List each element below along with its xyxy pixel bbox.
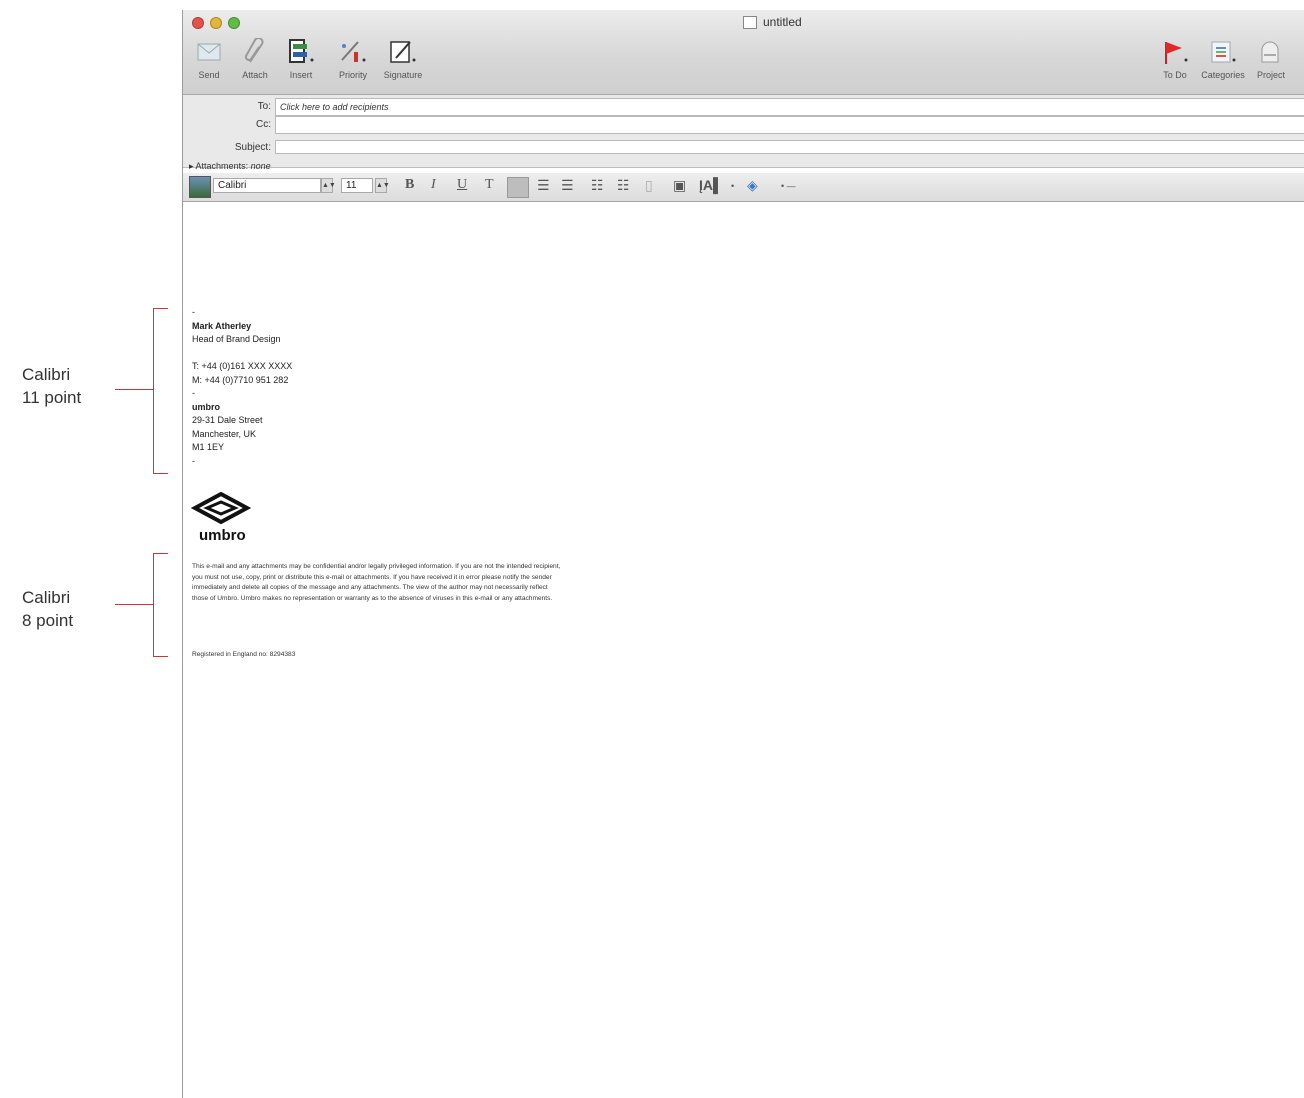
paperclip-icon xyxy=(239,36,271,68)
disclosure-triangle-icon[interactable]: ▸ xyxy=(189,161,194,171)
to-field[interactable]: Click here to add recipients xyxy=(275,98,1304,116)
align-left-icon[interactable] xyxy=(507,177,529,198)
horizontal-line-icon[interactable]: • — xyxy=(781,181,796,191)
size-select[interactable]: 11 xyxy=(341,178,373,193)
size-select-arrow-icon[interactable]: ▲▼ xyxy=(375,178,390,193)
priority-label: Priority xyxy=(338,70,367,80)
zoom-button[interactable] xyxy=(228,17,240,29)
size-value: 11 xyxy=(346,180,357,191)
annotation-bracket xyxy=(153,308,168,474)
signature-role: Head of Brand Design xyxy=(192,334,281,344)
annotation-8pt: Calibri 8 point xyxy=(22,586,73,632)
annotation-size: 11 point xyxy=(22,388,82,407)
umbro-logo-icon xyxy=(191,492,251,525)
message-headers: To: Click here to add recipients Cc: Sub… xyxy=(183,95,1304,168)
signature-phone: T: +44 (0)161 XXX XXXX xyxy=(192,361,293,371)
background-image-icon[interactable] xyxy=(189,176,211,198)
attachments-label: Attachments: xyxy=(195,161,249,171)
separator: - xyxy=(192,455,195,466)
text-color-icon[interactable]: ĮA▌ xyxy=(699,177,723,193)
signature-mobile: M: +44 (0)7710 951 282 xyxy=(192,374,289,385)
projects-button[interactable]: Project xyxy=(1249,36,1293,80)
to-label: To: xyxy=(257,101,271,112)
projects-icon xyxy=(1255,36,1287,68)
attach-label: Attach xyxy=(242,70,268,80)
window-title-text: untitled xyxy=(763,15,802,29)
annotation-tick xyxy=(115,604,153,605)
signature-address-line: 29-31 Dale Street xyxy=(192,415,263,425)
annotation-size: 8 point xyxy=(22,611,74,630)
to-placeholder: Click here to add recipients xyxy=(280,102,389,112)
separator: - xyxy=(192,307,195,317)
italic-button[interactable]: I xyxy=(431,177,436,193)
signature-company: umbro xyxy=(192,401,220,412)
formatting-toolbar: Calibri ▲▼ 11 ▲▼ B I U T ☰ ☰ ☷ ☷ ▯ ▣ ĮA▌… xyxy=(183,173,1304,202)
decrease-indent-icon[interactable]: ▯ xyxy=(645,177,653,194)
separator: - xyxy=(192,388,195,398)
registration-text: Registered in England no: 8294383 xyxy=(192,651,296,658)
underline-button[interactable]: U xyxy=(457,177,467,193)
disclaimer-text: This e-mail and any attachments may be c… xyxy=(192,563,561,602)
signature-block: - Mark Atherley Head of Brand Design T: … xyxy=(192,306,292,468)
annotation-bracket xyxy=(153,553,168,657)
font-value: Calibri xyxy=(218,180,247,191)
bold-button[interactable]: B xyxy=(405,177,414,193)
categories-button[interactable]: Categories xyxy=(1201,36,1245,80)
window-controls xyxy=(192,17,240,29)
flag-icon xyxy=(1159,36,1191,68)
subject-label: Subject: xyxy=(234,142,271,153)
attachments-value: none xyxy=(250,161,271,171)
insert-icon xyxy=(285,36,317,68)
minimize-button[interactable] xyxy=(210,17,222,29)
subject-field[interactable] xyxy=(275,140,1304,154)
umbro-logo-text: umbro xyxy=(199,527,246,544)
close-button[interactable] xyxy=(192,17,204,29)
bulleted-list-icon[interactable]: ☷ xyxy=(617,177,630,194)
title-bar: untitled Send Attach Insert Priority Sig… xyxy=(183,10,1304,95)
todo-button[interactable]: To Do xyxy=(1153,36,1197,80)
annotation-tick xyxy=(115,389,153,390)
send-label: Send xyxy=(198,70,220,80)
annotation-font: Calibri xyxy=(22,365,71,384)
priority-button[interactable]: Priority xyxy=(331,36,375,80)
insert-button[interactable]: Insert xyxy=(279,36,323,80)
signature-address-line: Manchester, UK xyxy=(192,428,257,439)
highlight-icon[interactable]: ◈ xyxy=(747,177,758,194)
document-icon xyxy=(743,15,757,29)
font-select[interactable]: Calibri xyxy=(213,178,321,193)
strikethrough-button[interactable]: T xyxy=(485,177,494,193)
message-body[interactable]: - Mark Atherley Head of Brand Design T: … xyxy=(183,202,1304,1098)
signature-label: Signature xyxy=(383,70,423,80)
window-title: untitled xyxy=(743,15,802,29)
compose-window: untitled Send Attach Insert Priority Sig… xyxy=(182,10,1304,1098)
cc-label: Cc: xyxy=(256,119,271,130)
annotation-font: Calibri xyxy=(22,588,71,607)
insert-label: Insert xyxy=(289,70,313,80)
signature-button[interactable]: Signature xyxy=(381,36,425,80)
priority-icon xyxy=(337,36,369,68)
font-select-arrow-icon[interactable]: ▲▼ xyxy=(321,178,336,193)
increase-indent-icon[interactable]: ▣ xyxy=(673,177,686,194)
annotation-11pt: Calibri 11 point xyxy=(22,363,81,409)
send-icon xyxy=(193,36,225,68)
align-center-icon[interactable]: ☰ xyxy=(537,177,550,194)
attachments-row[interactable]: ▸ Attachments: none xyxy=(189,161,271,172)
align-right-icon[interactable]: ☰ xyxy=(561,177,574,194)
projects-label: Project xyxy=(1256,70,1285,80)
numbered-list-icon[interactable]: ☷ xyxy=(591,177,604,194)
categories-icon xyxy=(1207,36,1239,68)
cc-field[interactable] xyxy=(275,116,1304,134)
signature-icon xyxy=(387,36,419,68)
signature-postcode: M1 1EY xyxy=(192,442,225,452)
attach-button[interactable]: Attach xyxy=(233,36,277,80)
dropdown-dot-icon[interactable]: • xyxy=(731,181,734,191)
signature-name: Mark Atherley xyxy=(192,320,252,331)
todo-label: To Do xyxy=(1163,70,1187,80)
categories-label: Categories xyxy=(1201,70,1245,80)
send-button[interactable]: Send xyxy=(187,36,231,80)
